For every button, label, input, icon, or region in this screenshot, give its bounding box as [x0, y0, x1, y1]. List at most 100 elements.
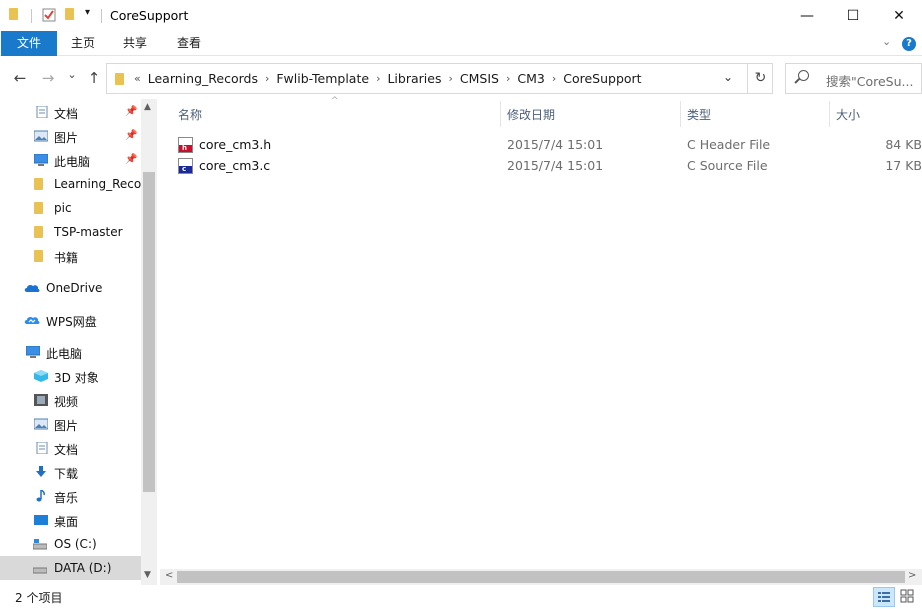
new-folder-icon[interactable] [65, 8, 74, 20]
scrollbar-thumb[interactable] [177, 571, 905, 583]
customize-toolbar-icon[interactable]: ▾ [85, 7, 90, 18]
pin-icon[interactable]: 📌 [125, 106, 137, 117]
refresh-button[interactable]: ↻ [747, 64, 773, 93]
search-box[interactable]: 搜索"CoreSu... [785, 63, 922, 94]
recent-locations-button[interactable]: ⌄ [63, 68, 81, 81]
sidebar-item-label: Learning_Records [54, 177, 141, 191]
breadcrumb-overflow-icon[interactable]: « [134, 72, 141, 85]
search-placeholder[interactable]: 搜索"CoreSu... [826, 71, 913, 90]
tab-view[interactable]: 查看 [168, 31, 210, 56]
breadcrumb-separator-icon[interactable]: › [265, 72, 269, 85]
sidebar-item-label: TSP-master [54, 225, 123, 239]
document-icon [36, 442, 48, 454]
sidebar-item-books[interactable]: 书籍 [0, 244, 141, 268]
drive-c-icon [33, 539, 47, 550]
drive-d-icon [33, 567, 47, 574]
pin-icon[interactable]: 📌 [125, 154, 137, 165]
details-view-button[interactable] [873, 587, 895, 607]
scroll-up-icon[interactable]: ▲ [144, 102, 151, 112]
scrollbar-thumb[interactable] [143, 172, 155, 492]
desktop-icon [34, 515, 48, 525]
file-name: core_cm3.c [199, 158, 271, 173]
sidebar-item-learning-records[interactable]: Learning_Records [0, 172, 141, 196]
sidebar-item-label: 图片 [54, 131, 79, 145]
close-button[interactable]: ✕ [876, 0, 922, 31]
file-row[interactable]: h core_cm3.h 2015/7/4 15:01 C Header Fil… [172, 134, 922, 155]
sidebar-scrollbar[interactable]: ▲ ▼ [141, 99, 157, 585]
address-dropdown-icon[interactable]: ⌄ [718, 70, 738, 84]
breadcrumb-item[interactable]: Learning_Records [148, 71, 258, 86]
tab-file[interactable]: 文件 [1, 31, 57, 56]
sidebar-item-label: 音乐 [54, 491, 79, 505]
3d-objects-icon [34, 370, 48, 382]
sidebar-item-label: 图片 [54, 419, 79, 433]
back-button[interactable]: ← [11, 69, 29, 87]
sidebar-item-onedrive[interactable]: OneDrive [0, 276, 141, 300]
column-divider[interactable] [680, 101, 681, 127]
breadcrumb-separator-icon[interactable]: › [376, 72, 380, 85]
search-icon [798, 70, 809, 81]
sidebar-item-documents[interactable]: 文档 📌 [0, 100, 141, 124]
large-icons-view-icon [900, 589, 914, 603]
sidebar-item-label: 3D 对象 [54, 371, 99, 385]
sidebar-item-label: 书籍 [54, 251, 79, 265]
sidebar-item-3d-objects[interactable]: 3D 对象 [0, 364, 141, 388]
scroll-left-icon[interactable]: < [165, 570, 173, 581]
up-button[interactable]: ↑ [85, 69, 103, 87]
sidebar-item-pictures[interactable]: 图片 📌 [0, 124, 141, 148]
maximize-button[interactable]: ☐ [830, 0, 876, 31]
forward-button[interactable]: → [39, 69, 57, 87]
sidebar-item-desktop[interactable]: 桌面 [0, 508, 141, 532]
pin-icon[interactable]: 📌 [125, 130, 137, 141]
breadcrumb-separator-icon[interactable]: › [552, 72, 556, 85]
large-icons-view-button[interactable] [897, 587, 919, 607]
breadcrumb-item-current[interactable]: CoreSupport [563, 71, 641, 86]
status-bar: 2 个项目 [0, 585, 922, 609]
expand-ribbon-icon[interactable]: ⌄ [882, 35, 891, 48]
breadcrumb-item[interactable]: CM3 [517, 71, 544, 86]
sidebar-item-this-pc-pinned[interactable]: 此电脑 📌 [0, 148, 141, 172]
window-title: CoreSupport [110, 8, 189, 23]
minimize-button[interactable]: — [784, 0, 830, 31]
sidebar-item-downloads[interactable]: 下载 [0, 460, 141, 484]
ribbon-tabs: 文件 主页 共享 查看 ⌄ ? [0, 31, 922, 56]
properties-icon[interactable] [41, 7, 57, 23]
column-divider[interactable] [829, 101, 830, 127]
sidebar-item-videos[interactable]: 视频 [0, 388, 141, 412]
column-divider[interactable] [500, 101, 501, 127]
breadcrumb-separator-icon[interactable]: › [506, 72, 510, 85]
column-header-type[interactable]: 类型 [687, 106, 711, 123]
column-header-size[interactable]: 大小 [836, 106, 860, 123]
sidebar-item-this-pc[interactable]: 此电脑 [0, 340, 141, 364]
sidebar-item-label: pic [54, 201, 72, 215]
computer-icon [26, 346, 40, 358]
breadcrumb-item[interactable]: CMSIS [460, 71, 499, 86]
onedrive-icon [24, 284, 40, 292]
pictures-icon [34, 418, 48, 430]
column-header-name[interactable]: 名称 [178, 106, 202, 123]
tab-share[interactable]: 共享 [114, 31, 156, 56]
address-bar[interactable]: « Learning_Records › Fwlib-Template › Li… [106, 63, 773, 94]
breadcrumb-separator-icon[interactable]: › [448, 72, 452, 85]
sidebar-item-pic[interactable]: pic [0, 196, 141, 220]
file-list-hscrollbar[interactable]: < > [160, 569, 922, 585]
folder-icon [34, 202, 48, 214]
sidebar-item-wps-cloud[interactable]: WPS网盘 [0, 308, 141, 332]
file-row[interactable]: c core_cm3.c 2015/7/4 15:01 C Source Fil… [172, 155, 922, 176]
tab-home[interactable]: 主页 [62, 31, 104, 56]
breadcrumb-item[interactable]: Libraries [387, 71, 441, 86]
help-icon[interactable]: ? [902, 37, 916, 51]
scroll-right-icon[interactable]: > [908, 570, 916, 581]
sidebar-item-tsp-master[interactable]: TSP-master [0, 220, 141, 244]
sidebar-item-label: 此电脑 [46, 347, 83, 361]
sidebar-item-label: WPS网盘 [46, 315, 97, 329]
breadcrumb-item[interactable]: Fwlib-Template [276, 71, 369, 86]
sidebar-item-drive-c[interactable]: OS (C:) [0, 532, 141, 556]
file-name: core_cm3.h [199, 137, 272, 152]
column-header-date-modified[interactable]: 修改日期 [507, 106, 555, 123]
sidebar-item-music[interactable]: 音乐 [0, 484, 141, 508]
sidebar-item-documents-pc[interactable]: 文档 [0, 436, 141, 460]
scroll-down-icon[interactable]: ▼ [144, 570, 151, 580]
sidebar-item-pictures-pc[interactable]: 图片 [0, 412, 141, 436]
sidebar-item-drive-d[interactable]: DATA (D:) [0, 556, 141, 580]
